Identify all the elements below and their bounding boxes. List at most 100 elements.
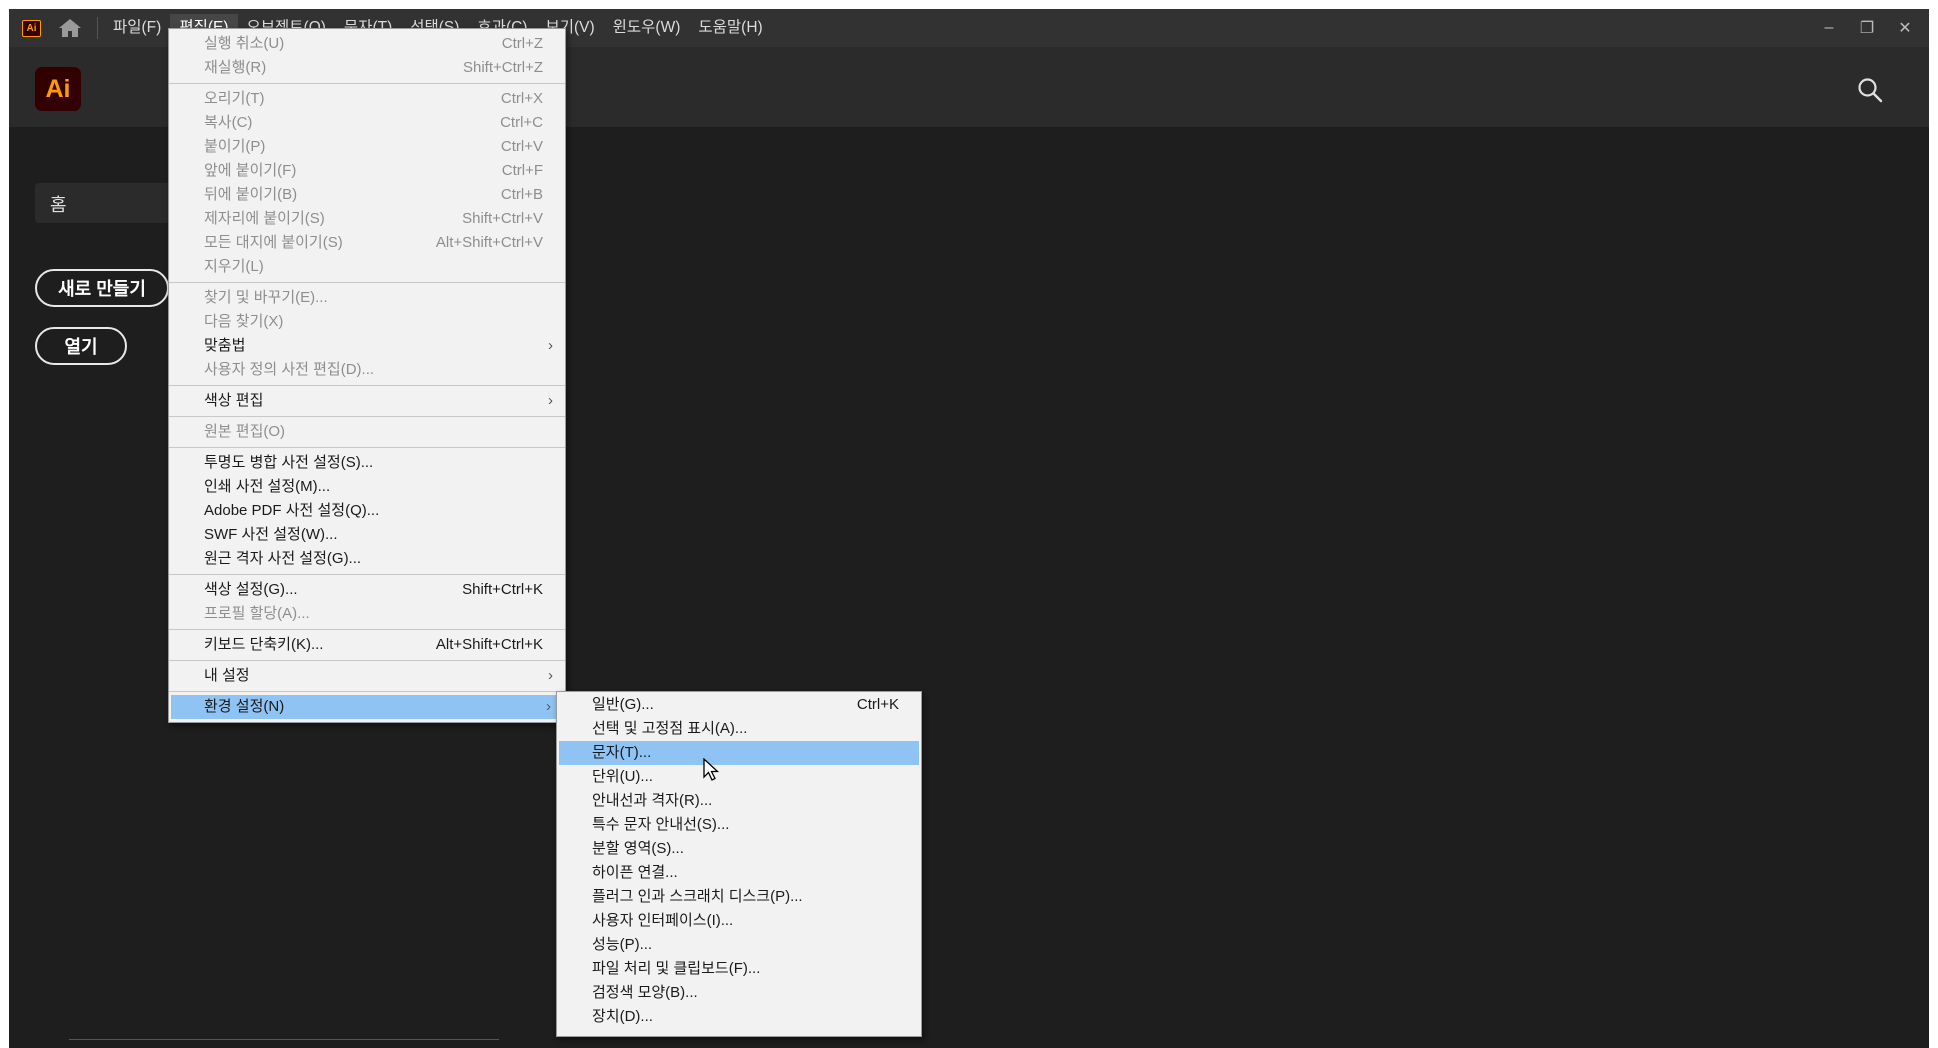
- menu-item-label: 프로필 할당(A)...: [204, 605, 310, 622]
- edit-menu-item: 다음 찾기(X): [169, 310, 565, 334]
- menu-item-label: 키보드 단축키(K)...: [204, 636, 324, 653]
- close-icon[interactable]: ✕: [1895, 18, 1915, 38]
- menu-item-label: 특수 문자 안내선(S)...: [592, 816, 730, 833]
- edit-menu-item[interactable]: 색상 편집 ›: [169, 389, 565, 413]
- menu-item-label: 파일 처리 및 클립보드(F)...: [592, 960, 761, 977]
- menu-item-shortcut: Ctrl+Z: [501, 35, 543, 52]
- illustrator-logo: Ai: [35, 67, 81, 111]
- edit-menu-item: 실행 취소(U) Ctrl+Z: [169, 32, 565, 56]
- menu-item-label: 플러그 인과 스크래치 디스크(P)...: [592, 888, 803, 905]
- menu-item-label: 투명도 병합 사전 설정(S)...: [204, 454, 374, 471]
- edit-menu-item[interactable]: 색상 설정(G)... Shift+Ctrl+K: [169, 578, 565, 602]
- menu-item-label: 맞춤법: [204, 337, 246, 354]
- edit-menu-item[interactable]: 투명도 병합 사전 설정(S)...: [169, 451, 565, 475]
- menu-separator: [169, 282, 565, 283]
- menu-separator: [169, 83, 565, 84]
- preferences-menu-item[interactable]: 특수 문자 안내선(S)...: [557, 813, 921, 837]
- menu-separator: [169, 416, 565, 417]
- preferences-menu-item[interactable]: 장치(D)...: [557, 1005, 921, 1029]
- menu-separator: [169, 660, 565, 661]
- menubar-item[interactable]: 윈도우(W): [604, 14, 690, 42]
- edit-menu-item: 프로필 할당(A)...: [169, 602, 565, 626]
- menu-item-label: 분할 영역(S)...: [592, 840, 684, 857]
- mouse-cursor-icon: [703, 757, 721, 787]
- menu-item-shortcut: Shift+Ctrl+K: [462, 581, 543, 598]
- preferences-menu-item[interactable]: 파일 처리 및 클립보드(F)...: [557, 957, 921, 981]
- menu-separator: [169, 447, 565, 448]
- menu-item-shortcut: Ctrl+F: [501, 162, 543, 179]
- edit-menu-item[interactable]: SWF 사전 설정(W)...: [169, 523, 565, 547]
- search-icon[interactable]: [1857, 77, 1883, 108]
- edit-menu-item[interactable]: 원근 격자 사전 설정(G)...: [169, 547, 565, 571]
- preferences-menu-item[interactable]: 단위(U)...: [557, 765, 921, 789]
- edit-menu-item: 원본 편집(O): [169, 420, 565, 444]
- home-icon[interactable]: [57, 17, 83, 39]
- menubar-item[interactable]: 도움말(H): [689, 14, 771, 42]
- edit-menu-item[interactable]: 환경 설정(N) ›: [171, 695, 563, 719]
- menu-item-label: 제자리에 붙이기(S): [204, 210, 325, 227]
- menu-item-label: 선택 및 고정점 표시(A)...: [592, 720, 748, 737]
- edit-menu-item[interactable]: Adobe PDF 사전 설정(Q)...: [169, 499, 565, 523]
- menu-item-label: 일반(G)...: [592, 696, 654, 713]
- edit-menu-item: 복사(C) Ctrl+C: [169, 111, 565, 135]
- menu-item-label: 재실행(R): [204, 59, 267, 76]
- menu-item-label: 내 설정: [204, 667, 250, 684]
- menu-item-shortcut: Ctrl+K: [856, 696, 899, 713]
- edit-menu-dropdown: 실행 취소(U) Ctrl+Z 재실행(R) Shift+Ctrl+Z 오리기(T) Ct…: [168, 28, 566, 723]
- menubar-item[interactable]: 파일(F): [104, 14, 170, 42]
- menu-item-label: SWF 사전 설정(W)...: [204, 526, 338, 543]
- edit-menu-item: 재실행(R) Shift+Ctrl+Z: [169, 56, 565, 80]
- menu-item-label: 문자(T)...: [592, 744, 652, 761]
- bottom-divider: [69, 1039, 499, 1048]
- menu-item-shortcut: Ctrl+B: [500, 186, 543, 203]
- menu-item-label: 복사(C): [204, 114, 253, 131]
- menu-item-label: 다음 찾기(X): [204, 313, 284, 330]
- menu-item-label: 원본 편집(O): [204, 423, 286, 440]
- chevron-right-icon: ›: [548, 392, 553, 409]
- menu-item-shortcut: Ctrl+C: [500, 114, 543, 131]
- preferences-menu-item[interactable]: 문자(T)...: [559, 741, 919, 765]
- preferences-menu-item[interactable]: 성능(P)...: [557, 933, 921, 957]
- menu-item-label: 성능(P)...: [592, 936, 653, 953]
- menu-separator: [169, 691, 565, 692]
- edit-menu-item: 모든 대지에 붙이기(S) Alt+Shift+Ctrl+V: [169, 231, 565, 255]
- preferences-menu-item[interactable]: 검정색 모양(B)...: [557, 981, 921, 1005]
- edit-menu-item[interactable]: 내 설정 ›: [169, 664, 565, 688]
- menu-item-label: 원근 격자 사전 설정(G)...: [204, 550, 362, 567]
- edit-menu-item[interactable]: 키보드 단축키(K)... Alt+Shift+Ctrl+K: [169, 633, 565, 657]
- chevron-right-icon: ›: [548, 337, 553, 354]
- menu-item-label: 찾기 및 바꾸기(E)...: [204, 289, 328, 306]
- restore-icon[interactable]: ❐: [1857, 18, 1877, 38]
- edit-menu-item[interactable]: 인쇄 사전 설정(M)...: [169, 475, 565, 499]
- edit-menu-item[interactable]: 맞춤법 ›: [169, 334, 565, 358]
- edit-menu-item: 제자리에 붙이기(S) Shift+Ctrl+V: [169, 207, 565, 231]
- menu-item-label: 하이픈 연결...: [592, 864, 678, 881]
- edit-menu-item: 오리기(T) Ctrl+X: [169, 87, 565, 111]
- menu-item-label: 사용자 정의 사전 편집(D)...: [204, 361, 375, 378]
- menu-item-shortcut: Shift+Ctrl+Z: [462, 59, 543, 76]
- preferences-menu-item[interactable]: 하이픈 연결...: [557, 861, 921, 885]
- menu-item-label: 사용자 인터페이스(I)...: [592, 912, 734, 929]
- menu-item-label: 붙이기(P): [204, 138, 266, 155]
- open-file-button[interactable]: 열기: [35, 327, 127, 365]
- menu-item-label: 장치(D)...: [592, 1008, 653, 1025]
- preferences-menu-item[interactable]: 플러그 인과 스크래치 디스크(P)...: [557, 885, 921, 909]
- preferences-menu-item[interactable]: 선택 및 고정점 표시(A)...: [557, 717, 921, 741]
- preferences-menu-item[interactable]: 안내선과 격자(R)...: [557, 789, 921, 813]
- preferences-menu-item[interactable]: 분할 영역(S)...: [557, 837, 921, 861]
- window-controls: – ❐ ✕: [1819, 9, 1915, 47]
- preferences-menu-item[interactable]: 일반(G)... Ctrl+K: [557, 693, 921, 717]
- menu-item-label: 환경 설정(N): [204, 698, 285, 715]
- menu-separator: [169, 385, 565, 386]
- menu-item-label: 색상 편집: [204, 392, 264, 409]
- edit-menu-item: 사용자 정의 사전 편집(D)...: [169, 358, 565, 382]
- edit-menu-item: 지우기(L): [169, 255, 565, 279]
- menu-item-label: 실행 취소(U): [204, 35, 285, 52]
- edit-menu-item: 붙이기(P) Ctrl+V: [169, 135, 565, 159]
- new-file-button[interactable]: 새로 만들기: [35, 269, 169, 307]
- preferences-menu-item[interactable]: 사용자 인터페이스(I)...: [557, 909, 921, 933]
- menu-item-label: 안내선과 격자(R)...: [592, 792, 713, 809]
- minimize-icon[interactable]: –: [1819, 19, 1839, 37]
- edit-menu-item: 찾기 및 바꾸기(E)...: [169, 286, 565, 310]
- app-icon[interactable]: Ai: [22, 19, 41, 37]
